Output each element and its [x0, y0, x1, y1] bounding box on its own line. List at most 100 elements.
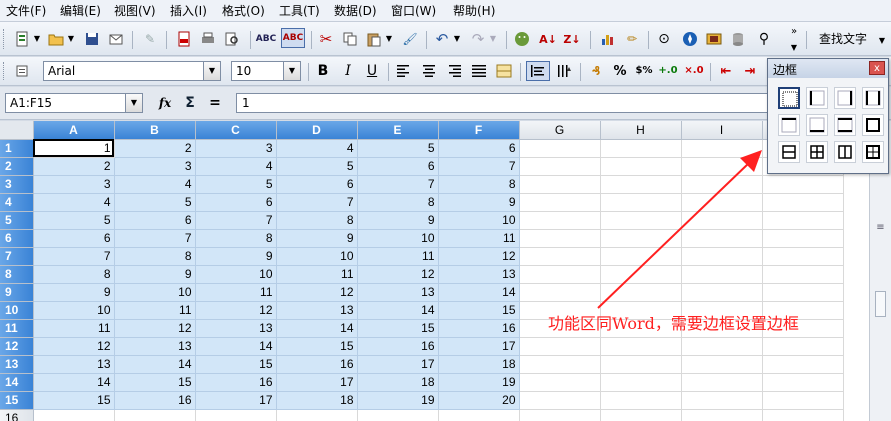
cell[interactable]: 18	[438, 355, 520, 374]
cell[interactable]	[681, 337, 763, 356]
cell[interactable]	[762, 265, 844, 284]
wrap-text-icon[interactable]	[526, 61, 550, 81]
border-left-right-option[interactable]	[862, 87, 884, 109]
select-all-corner[interactable]	[0, 121, 34, 140]
new-document-icon[interactable]	[12, 29, 32, 49]
column-header[interactable]: B	[114, 121, 196, 140]
cell[interactable]	[600, 355, 682, 374]
justify-icon[interactable]	[469, 61, 489, 81]
cell[interactable]	[762, 409, 844, 421]
redo-icon[interactable]: ↷	[468, 29, 488, 49]
cell[interactable]	[600, 409, 682, 421]
cell[interactable]: 16	[276, 355, 358, 374]
align-left-icon[interactable]	[394, 61, 414, 81]
cell[interactable]: 7	[276, 193, 358, 212]
cell[interactable]	[33, 409, 115, 421]
cell[interactable]: 11	[438, 229, 520, 248]
bold-button[interactable]: B	[313, 61, 333, 81]
spellcheck-icon[interactable]: ABC	[256, 29, 276, 49]
cell[interactable]: 6	[438, 139, 520, 158]
cell[interactable]: 7	[357, 175, 439, 194]
row-header[interactable]: 14	[0, 373, 34, 392]
cell[interactable]	[762, 391, 844, 410]
cell[interactable]	[519, 175, 601, 194]
toolbar-grip[interactable]	[3, 62, 7, 80]
border-bottom-option[interactable]	[806, 114, 828, 136]
row-header[interactable]: 9	[0, 283, 34, 302]
cell[interactable]: 4	[114, 175, 196, 194]
cell[interactable]: 11	[33, 319, 115, 338]
cell[interactable]: 16	[357, 337, 439, 356]
cell[interactable]: 6	[114, 211, 196, 230]
menu-window[interactable]: 窗口(W)	[391, 3, 436, 19]
cell[interactable]	[600, 391, 682, 410]
toolbar-grip[interactable]	[3, 29, 7, 49]
email-icon[interactable]	[106, 29, 126, 49]
cell[interactable]: 11	[195, 283, 277, 302]
cell[interactable]: 14	[276, 319, 358, 338]
cell[interactable]: 6	[195, 193, 277, 212]
gallery-icon[interactable]	[704, 29, 724, 49]
border-none-option[interactable]	[778, 87, 800, 109]
cell[interactable]: 14	[114, 355, 196, 374]
row-header[interactable]: 12	[0, 337, 34, 356]
cell[interactable]	[519, 193, 601, 212]
border-outer-option[interactable]	[862, 114, 884, 136]
border-right-option[interactable]	[834, 87, 856, 109]
sort-descending-icon[interactable]: Z↓	[562, 29, 582, 49]
chevron-down-icon[interactable]: ▼	[488, 29, 498, 49]
cell[interactable]: 8	[276, 211, 358, 230]
chevron-down-icon[interactable]: ▼	[452, 29, 462, 49]
cell[interactable]: 15	[438, 301, 520, 320]
cell[interactable]	[681, 409, 763, 421]
cell[interactable]: 8	[114, 247, 196, 266]
menu-format[interactable]: 格式(O)	[222, 3, 265, 19]
cell[interactable]: 14	[195, 337, 277, 356]
name-box[interactable]: A1:F15 ▼	[5, 93, 143, 113]
cell[interactable]	[276, 409, 358, 421]
cell[interactable]: 10	[195, 265, 277, 284]
cell[interactable]: 8	[195, 229, 277, 248]
cell[interactable]	[681, 373, 763, 392]
cell[interactable]: 7	[33, 247, 115, 266]
cell[interactable]: 7	[195, 211, 277, 230]
cell[interactable]: 15	[33, 391, 115, 410]
cell[interactable]	[762, 283, 844, 302]
cell[interactable]	[438, 409, 520, 421]
cell[interactable]: 9	[276, 229, 358, 248]
row-header[interactable]: 8	[0, 265, 34, 284]
function-wizard-button[interactable]: fx	[155, 93, 175, 113]
cell[interactable]: 17	[357, 355, 439, 374]
cell[interactable]: 15	[357, 319, 439, 338]
cell[interactable]: 4	[33, 193, 115, 212]
column-header[interactable]: A	[33, 121, 115, 140]
cell[interactable]: 13	[195, 319, 277, 338]
cell[interactable]: 16	[195, 373, 277, 392]
cell[interactable]	[600, 337, 682, 356]
chevron-down-icon[interactable]: ▼	[283, 62, 300, 80]
cell[interactable]: 19	[438, 373, 520, 392]
cell[interactable]	[114, 409, 196, 421]
cell[interactable]: 7	[114, 229, 196, 248]
cell[interactable]: 10	[438, 211, 520, 230]
menu-edit[interactable]: 编辑(E)	[60, 3, 101, 19]
chevron-down-icon[interactable]: ▼	[203, 62, 220, 80]
undo-icon[interactable]: ↶	[432, 29, 452, 49]
cell[interactable]: 8	[438, 175, 520, 194]
add-decimal-icon[interactable]: +.0	[658, 61, 678, 81]
cell[interactable]: 3	[195, 139, 277, 158]
scroll-thumb[interactable]	[875, 291, 886, 317]
row-header[interactable]: 3	[0, 175, 34, 194]
cell[interactable]: 4	[195, 157, 277, 176]
cell[interactable]: 5	[357, 139, 439, 158]
cell[interactable]: 10	[276, 247, 358, 266]
cell[interactable]: 14	[33, 373, 115, 392]
cell[interactable]	[357, 409, 439, 421]
cell[interactable]: 6	[357, 157, 439, 176]
cell[interactable]	[600, 373, 682, 392]
cell[interactable]	[762, 337, 844, 356]
cell[interactable]: 17	[195, 391, 277, 410]
cell[interactable]: 18	[357, 373, 439, 392]
border-vertical-option[interactable]	[834, 141, 856, 163]
cell[interactable]: 8	[357, 193, 439, 212]
